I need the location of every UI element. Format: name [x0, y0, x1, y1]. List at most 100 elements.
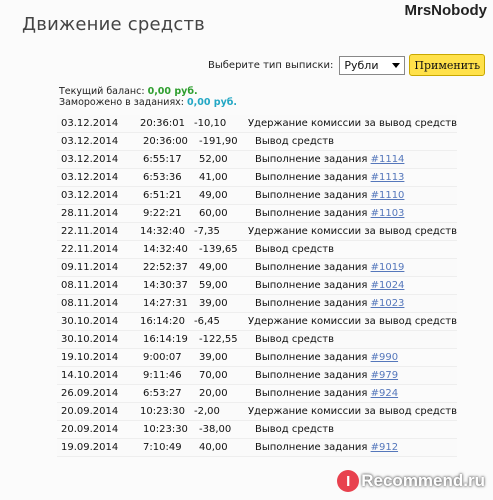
transaction-amount: 40,00: [199, 442, 228, 453]
transaction-amount: 60,00: [199, 208, 228, 219]
transaction-amount: -191,90: [199, 136, 238, 147]
transaction-description: Выполнение задания #1113: [255, 172, 457, 183]
transaction-description-text: Выполнение задания: [255, 172, 368, 183]
transaction-amount: -6,45: [193, 316, 220, 327]
current-balance-value: 0,00 руб.: [147, 86, 198, 97]
transaction-description-text: Вывод средств: [255, 136, 334, 147]
table-row: 22.11.2014 14:32:40 -7,35 Удержание комисси…: [57, 223, 457, 241]
transaction-time: 6:55:17: [143, 154, 182, 165]
transaction-date: 28.11.2014: [61, 208, 119, 219]
table-row: 03.12.2014 6:51:21 49,00 Выполнение задания…: [57, 187, 457, 205]
table-row: 03.12.2014 6:55:17 52,00 Выполнение задания…: [57, 151, 457, 169]
transaction-date: 30.10.2014: [61, 316, 119, 327]
transaction-time: 16:14:19: [143, 334, 188, 345]
task-link[interactable]: #1019: [371, 262, 405, 273]
task-link[interactable]: #990: [371, 352, 398, 363]
transaction-description: Вывод средств: [255, 334, 457, 345]
recommend-watermark: I Recommend.ru: [337, 468, 485, 494]
transaction-date: 22.11.2014: [61, 226, 119, 237]
transaction-time: 9:11:46: [143, 370, 182, 381]
transaction-date: 22.11.2014: [61, 244, 119, 255]
transaction-amount: -10,10: [193, 118, 227, 129]
transaction-description: Выполнение задания #979: [255, 370, 457, 381]
task-link[interactable]: #1023: [371, 298, 405, 309]
page-title: Движение средств: [22, 14, 205, 35]
task-link[interactable]: #1113: [371, 172, 405, 183]
table-row: 19.10.2014 9:00:07 39,00 Выполнение задания…: [57, 349, 457, 367]
task-link[interactable]: #1103: [371, 208, 405, 219]
current-balance-label: Текущий баланс:: [59, 86, 145, 97]
transaction-date: 03.12.2014: [61, 172, 119, 183]
table-row: 14.10.2014 9:11:46 70,00 Выполнение задания…: [57, 367, 457, 385]
table-row: 09.11.2014 22:52:37 49,00 Выполнение задани…: [57, 259, 457, 277]
table-row: 20.09.2014 10:23:30 -2,00 Удержание комисси…: [57, 403, 457, 421]
frozen-balance-value: 0,00 руб.: [187, 97, 237, 108]
transaction-time: 14:32:40: [143, 244, 188, 255]
transaction-date: 26.09.2014: [61, 388, 119, 399]
transaction-description-text: Удержание комиссии за вывод средств: [247, 406, 457, 417]
transaction-date: 19.09.2014: [61, 442, 119, 453]
transaction-description: Удержание комиссии за вывод средств: [248, 316, 457, 327]
transaction-amount: 59,00: [199, 280, 228, 291]
transaction-date: 09.11.2014: [61, 262, 119, 273]
chevron-down-icon: [392, 62, 401, 68]
transaction-time: 9:00:07: [143, 352, 182, 363]
transaction-time: 20:36:00: [143, 136, 188, 147]
transaction-description: Выполнение задания #1023: [255, 298, 457, 309]
transaction-description-text: Вывод средств: [255, 244, 334, 255]
transaction-amount: 52,00: [199, 154, 228, 165]
transaction-amount: 39,00: [199, 298, 228, 309]
transaction-date: 20.09.2014: [61, 406, 119, 417]
transaction-time: 14:30:37: [143, 280, 188, 291]
task-link[interactable]: #1110: [371, 190, 405, 201]
task-link[interactable]: #912: [371, 442, 398, 453]
task-link[interactable]: #1114: [371, 154, 405, 165]
transaction-description: Выполнение задания #1110: [255, 190, 457, 201]
table-row: 08.11.2014 14:30:37 59,00 Выполнение задани…: [57, 277, 457, 295]
transaction-description: Выполнение задания #912: [255, 442, 457, 453]
table-row: 20.09.2014 10:23:30 -38,00 Вывод средств: [57, 421, 457, 439]
table-row: 03.12.2014 6:53:36 41,00 Выполнение задания…: [57, 169, 457, 187]
transaction-amount: -139,65: [199, 244, 238, 255]
transaction-description: Удержание комиссии за вывод средств: [248, 226, 457, 237]
transaction-time: 14:32:40: [140, 226, 185, 237]
transaction-amount: -122,55: [199, 334, 238, 345]
transaction-time: 22:52:37: [143, 262, 188, 273]
transaction-amount: -7,35: [193, 226, 220, 237]
table-row: 30.10.2014 16:14:20 -6,45 Удержание комисси…: [57, 313, 457, 331]
transaction-description-text: Выполнение задания: [255, 280, 368, 291]
transaction-time: 9:22:21: [143, 208, 182, 219]
transaction-date: 03.12.2014: [61, 136, 119, 147]
transaction-amount: -38,00: [199, 424, 232, 435]
table-row: 26.09.2014 6:53:27 20,00 Выполнение задания…: [57, 385, 457, 403]
recommend-text: Recommend.ru: [361, 471, 485, 490]
transaction-time: 14:27:31: [143, 298, 188, 309]
transaction-description-text: Выполнение задания: [255, 352, 368, 363]
statement-type-select[interactable]: Рубли: [339, 55, 406, 75]
transaction-amount: 41,00: [199, 172, 228, 183]
transaction-description: Выполнение задания #1114: [255, 154, 457, 165]
table-row: 30.10.2014 16:14:19 -122,55 Вывод средств: [57, 331, 457, 349]
transaction-description-text: Выполнение задания: [255, 190, 368, 201]
task-link[interactable]: #979: [371, 370, 398, 381]
transaction-date: 03.12.2014: [61, 190, 119, 201]
transaction-description: Удержание комиссии за вывод средств: [248, 406, 457, 417]
apply-button[interactable]: Применить: [409, 54, 486, 76]
transaction-description-text: Удержание комиссии за вывод средств: [247, 118, 457, 129]
transaction-amount: 20,00: [199, 388, 228, 399]
transaction-time: 6:53:36: [143, 172, 182, 183]
task-link[interactable]: #1024: [371, 280, 405, 291]
transaction-time: 10:23:30: [140, 406, 185, 417]
transactions-table: 03.12.2014 20:36:01 -10,10 Удержание комисс…: [57, 115, 457, 457]
task-link[interactable]: #924: [371, 388, 398, 399]
table-row: 19.09.2014 7:10:49 40,00 Выполнение задания…: [57, 439, 457, 457]
transaction-description-text: Выполнение задания: [255, 388, 368, 399]
transaction-description-text: Выполнение задания: [255, 442, 368, 453]
statement-type-label: Выберите тип выписки:: [208, 59, 334, 71]
transaction-description: Выполнение задания #990: [255, 352, 457, 363]
transaction-description: Удержание комиссии за вывод средств: [248, 118, 457, 129]
transaction-description: Вывод средств: [255, 136, 457, 147]
transaction-description-text: Вывод средств: [255, 334, 334, 345]
transaction-description-text: Удержание комиссии за вывод средств: [247, 316, 457, 327]
transaction-date: 08.11.2014: [61, 298, 119, 309]
